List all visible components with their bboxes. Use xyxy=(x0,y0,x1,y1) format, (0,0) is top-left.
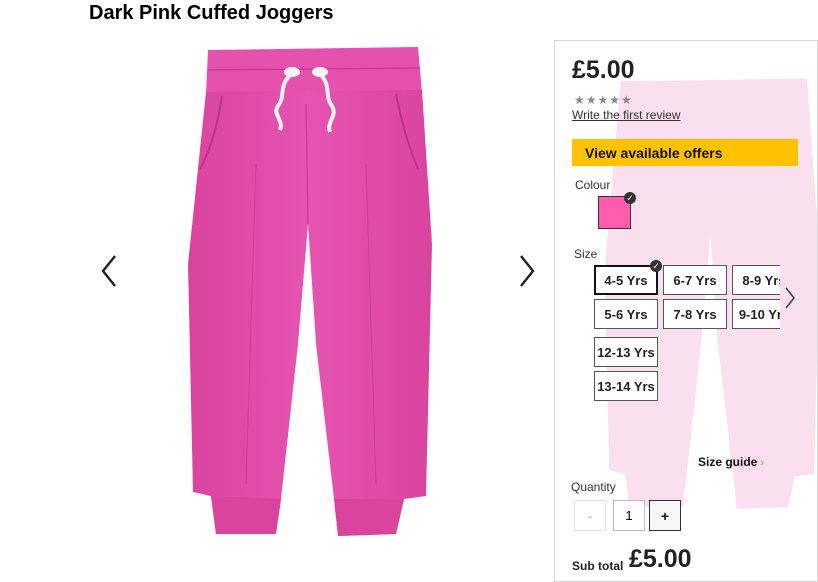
size-option-8-9[interactable]: 8-9 Yrs xyxy=(732,265,780,295)
colour-swatch-pink[interactable]: ✓ xyxy=(598,192,636,229)
product-title: Dark Pink Cuffed Joggers xyxy=(89,2,334,24)
write-review-link[interactable]: Write the first review xyxy=(572,108,680,122)
size-guide-label: Size guide xyxy=(698,455,758,469)
size-option-9-10[interactable]: 9-10 Yrs xyxy=(732,299,780,329)
quantity-label: Quantity xyxy=(571,480,616,494)
gallery-prev-button[interactable] xyxy=(97,253,123,289)
size-option-5-6[interactable]: 5-6 Yrs xyxy=(594,299,658,329)
product-price: £5.00 xyxy=(572,56,635,84)
product-details-panel: £5.00 ★★★★★ Write the first review View … xyxy=(554,40,818,582)
size-label: Size xyxy=(574,247,598,261)
subtotal-value: £5.00 xyxy=(629,545,692,573)
chevron-left-icon xyxy=(101,255,116,287)
sizes-scroll-right-button[interactable] xyxy=(782,285,798,311)
checkmark-icon: ✓ xyxy=(650,260,662,272)
subtotal-label: Sub total xyxy=(572,559,624,573)
size-option-4-5[interactable]: 4-5 Yrs xyxy=(594,265,658,295)
size-option-7-8[interactable]: 7-8 Yrs xyxy=(663,299,727,329)
size-option-12-13[interactable]: 12-13 Yrs xyxy=(594,337,658,367)
product-image xyxy=(188,47,432,536)
colour-label: Colour xyxy=(575,178,611,192)
size-option-6-7[interactable]: 6-7 Yrs xyxy=(663,265,727,295)
quantity-decrease-button[interactable]: - xyxy=(574,500,606,531)
chevron-right-icon: › xyxy=(760,457,765,469)
rating-stars: ★★★★★ xyxy=(574,93,633,107)
size-options: 4-5 Yrs 6-7 Yrs 8-9 Yrs 5-6 Yrs 7-8 Yrs … xyxy=(594,265,780,435)
checkmark-icon: ✓ xyxy=(624,192,636,204)
view-offers-button[interactable]: View available offers xyxy=(572,139,798,166)
size-option-13-14[interactable]: 13-14 Yrs xyxy=(594,371,658,401)
chevron-right-icon xyxy=(785,287,796,309)
quantity-increase-button[interactable]: + xyxy=(649,500,681,531)
quantity-input[interactable] xyxy=(613,500,645,531)
size-guide-link[interactable]: Size guide › xyxy=(698,455,764,469)
gallery-next-button[interactable] xyxy=(513,253,539,289)
chevron-right-icon xyxy=(520,255,535,287)
